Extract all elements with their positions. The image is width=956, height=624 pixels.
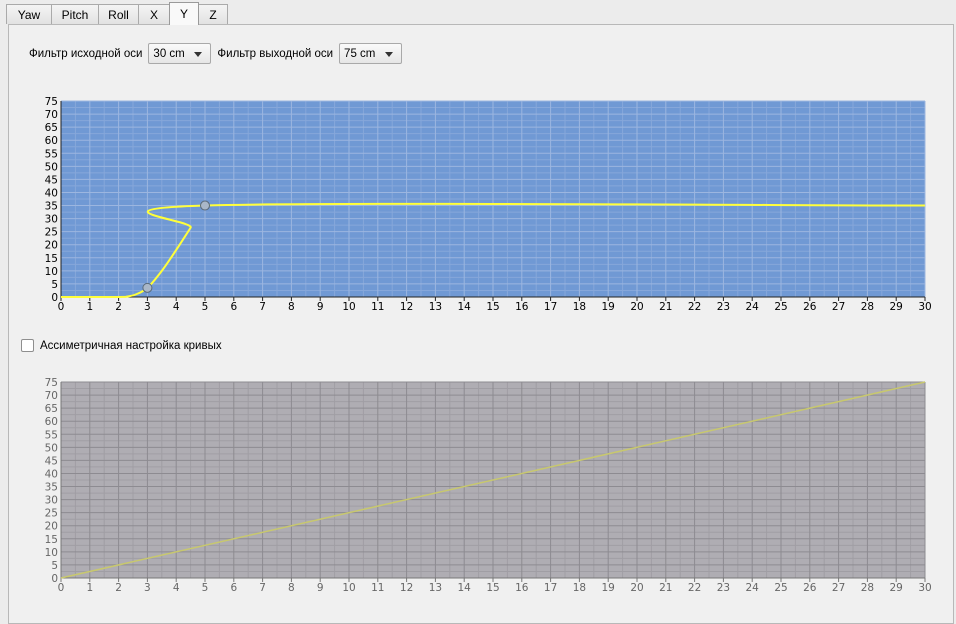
x-tick-label: 2 xyxy=(115,582,122,594)
x-tick-label: 16 xyxy=(515,582,529,594)
x-tick-label: 27 xyxy=(832,582,845,594)
x-tick-label: 5 xyxy=(202,582,209,594)
y-tick-label: 30 xyxy=(45,495,58,507)
y-tick-label: 65 xyxy=(45,403,58,415)
x-tick-label: 7 xyxy=(259,582,266,594)
y-tick-label: 35 xyxy=(45,482,58,494)
x-tick-label: 12 xyxy=(400,582,413,594)
x-tick-label: 10 xyxy=(342,582,355,594)
x-tick-label: 30 xyxy=(918,582,931,594)
x-tick-label: 29 xyxy=(890,582,903,594)
x-tick-label: 0 xyxy=(58,582,65,594)
x-tick-label: 19 xyxy=(602,582,615,594)
x-tick-label: 17 xyxy=(544,582,557,594)
y-tick-label: 75 xyxy=(45,377,58,389)
curve-chart-bottom: 0 1 2 3 4 5 6 7 8 9 10 11 12 13 14 15 16 17 18 19 20 21 22 23 24… xyxy=(45,377,932,594)
y-tick-label: 40 xyxy=(45,468,58,480)
y-tick-label: 50 xyxy=(45,442,58,454)
x-tick-label: 4 xyxy=(173,582,180,594)
x-tick-label: 1 xyxy=(86,582,93,594)
y-tick-label: 60 xyxy=(45,416,58,428)
x-tick-label: 25 xyxy=(774,582,787,594)
y-tick-label: 5 xyxy=(51,560,58,572)
x-tick-label: 23 xyxy=(717,582,730,594)
y-tick-label: 0 xyxy=(51,573,58,585)
y-tick-label: 10 xyxy=(45,547,58,559)
y-tick-label: 55 xyxy=(45,429,58,441)
x-tick-label: 6 xyxy=(230,582,237,594)
x-tick-label: 13 xyxy=(429,582,442,594)
y-tick-label: 20 xyxy=(45,521,58,533)
x-tick-label: 11 xyxy=(371,582,384,594)
y-tick-label: 15 xyxy=(45,534,58,546)
x-tick-label: 28 xyxy=(861,582,874,594)
tab-y[interactable]: Y xyxy=(169,2,199,25)
x-tick-label: 8 xyxy=(288,582,295,594)
y-tick-label: 45 xyxy=(45,455,58,467)
x-tick-label: 15 xyxy=(486,582,499,594)
x-tick-label: 24 xyxy=(746,582,760,594)
y-tick-label: 25 xyxy=(45,508,58,520)
x-tick-label: 14 xyxy=(458,582,472,594)
x-tick-label: 18 xyxy=(573,582,586,594)
x-tick-label: 3 xyxy=(144,582,151,594)
x-tick-label: 26 xyxy=(803,582,817,594)
x-tick-label: 22 xyxy=(688,582,701,594)
x-tick-label: 20 xyxy=(630,582,643,594)
y-tick-label: 70 xyxy=(45,390,58,402)
x-tick-label: 21 xyxy=(659,582,672,594)
x-tick-label: 9 xyxy=(317,582,324,594)
